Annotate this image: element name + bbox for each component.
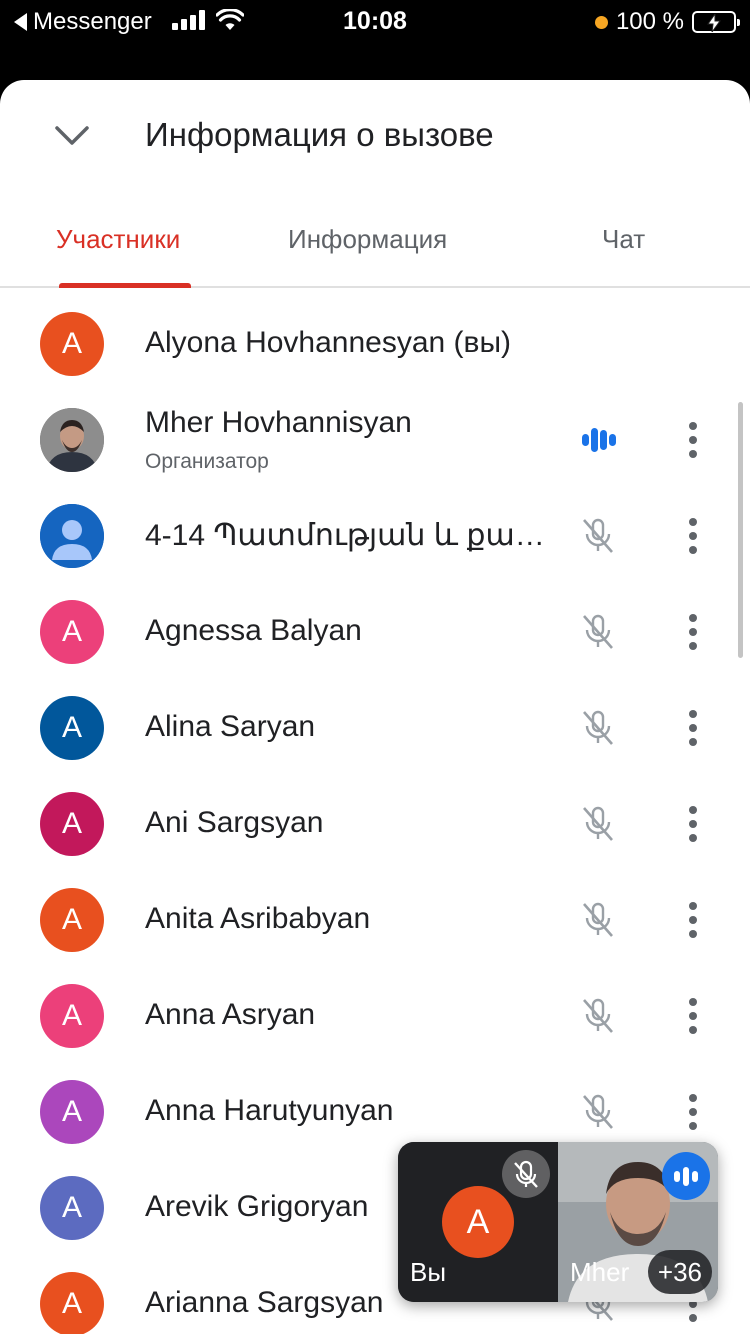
avatar bbox=[40, 504, 104, 568]
self-label: Вы bbox=[410, 1257, 447, 1287]
participant-name: Alyona Hovhannesyan (вы) bbox=[145, 326, 512, 359]
speaker-tile[interactable]: Mher +36 bbox=[558, 1142, 718, 1302]
page-title: Информация о вызове bbox=[145, 116, 494, 153]
status-bar: Messenger 10:08 100 % bbox=[0, 0, 750, 44]
more-participants-badge[interactable]: +36 bbox=[647, 1250, 712, 1294]
participant-name: 4-14 Պատմության և քա… bbox=[145, 519, 545, 552]
participant-name: Alina Saryan bbox=[145, 710, 316, 743]
participant-row[interactable]: A Agnessa Balyan bbox=[0, 584, 750, 680]
mic-off-icon bbox=[576, 610, 620, 654]
privacy-indicator-icon bbox=[594, 15, 608, 29]
more-options-icon[interactable] bbox=[678, 708, 708, 748]
tab-chat[interactable]: Чат bbox=[602, 224, 645, 255]
speaker-label: Mher bbox=[570, 1257, 630, 1287]
avatar: A bbox=[40, 1080, 104, 1144]
sheet-header: Информация о вызове bbox=[0, 80, 750, 192]
participant-name: Arianna Sargsyan bbox=[145, 1286, 384, 1319]
speaking-indicator bbox=[662, 1152, 710, 1200]
active-tab-indicator bbox=[59, 283, 191, 288]
audio-level-icon bbox=[674, 1167, 698, 1186]
participant-name: Anna Asryan bbox=[145, 998, 316, 1031]
participant-row[interactable]: Mher Hovhannisyan Организатор bbox=[0, 392, 750, 488]
avatar: A bbox=[40, 792, 104, 856]
picture-in-picture-preview[interactable]: A Вы Mher +36 bbox=[398, 1142, 718, 1302]
audio-level-icon bbox=[576, 418, 620, 462]
more-options-icon[interactable] bbox=[678, 420, 708, 460]
chevron-down-icon bbox=[55, 126, 89, 145]
mic-off-icon bbox=[576, 514, 620, 558]
tab-participants[interactable]: Участники bbox=[56, 224, 180, 255]
participant-row[interactable]: A Anita Asribabyan bbox=[0, 872, 750, 968]
participant-role: Организатор bbox=[145, 450, 269, 473]
mic-off-icon bbox=[576, 994, 620, 1038]
more-options-icon[interactable] bbox=[678, 516, 708, 556]
participant-name: Agnessa Balyan bbox=[145, 614, 362, 647]
tab-information[interactable]: Информация bbox=[288, 224, 447, 255]
participant-row[interactable]: A Anna Asryan bbox=[0, 968, 750, 1064]
avatar: A bbox=[40, 984, 104, 1048]
more-options-icon[interactable] bbox=[678, 900, 708, 940]
mic-off-icon bbox=[576, 706, 620, 750]
more-options-icon[interactable] bbox=[678, 804, 708, 844]
participant-name: Anna Harutyunyan bbox=[145, 1094, 394, 1127]
participant-row[interactable]: A Alyona Hovhannesyan (вы) bbox=[0, 296, 750, 392]
participant-name: Arevik Grigoryan bbox=[145, 1190, 369, 1223]
tab-bar: Участники Информация Чат bbox=[0, 200, 750, 288]
avatar bbox=[40, 408, 104, 472]
participant-name: Ani Sargsyan bbox=[145, 806, 324, 839]
battery-icon bbox=[692, 11, 740, 33]
mic-off-icon bbox=[514, 1160, 538, 1188]
avatar: A bbox=[40, 312, 104, 376]
avatar: A bbox=[40, 600, 104, 664]
mic-off-icon bbox=[576, 898, 620, 942]
more-options-icon[interactable] bbox=[678, 612, 708, 652]
participant-row[interactable]: A Ani Sargsyan bbox=[0, 776, 750, 872]
mic-off-icon bbox=[576, 802, 620, 846]
participant-row[interactable]: A Alina Saryan bbox=[0, 680, 750, 776]
avatar: A bbox=[40, 1176, 104, 1240]
self-tile[interactable]: A Вы bbox=[398, 1142, 558, 1302]
default-user-icon bbox=[40, 504, 104, 568]
muted-mic-badge bbox=[502, 1150, 550, 1198]
battery-percent: 100 % bbox=[615, 8, 684, 35]
participant-row[interactable]: 4-14 Պատմության և քա… bbox=[0, 488, 750, 584]
participant-name: Mher Hovhannisyan bbox=[145, 406, 412, 439]
call-info-sheet: Информация о вызове Участники Информация… bbox=[0, 80, 750, 1334]
avatar: A bbox=[40, 1272, 104, 1334]
avatar: A bbox=[40, 696, 104, 760]
more-options-icon[interactable] bbox=[678, 996, 708, 1036]
collapse-button[interactable] bbox=[52, 116, 92, 156]
participant-name: Anita Asribabyan bbox=[145, 902, 371, 935]
avatar: A bbox=[40, 888, 104, 952]
more-options-icon[interactable] bbox=[678, 1092, 708, 1132]
scrollbar[interactable] bbox=[738, 402, 743, 658]
user-photo-icon bbox=[40, 408, 104, 472]
mic-off-icon bbox=[576, 1090, 620, 1134]
